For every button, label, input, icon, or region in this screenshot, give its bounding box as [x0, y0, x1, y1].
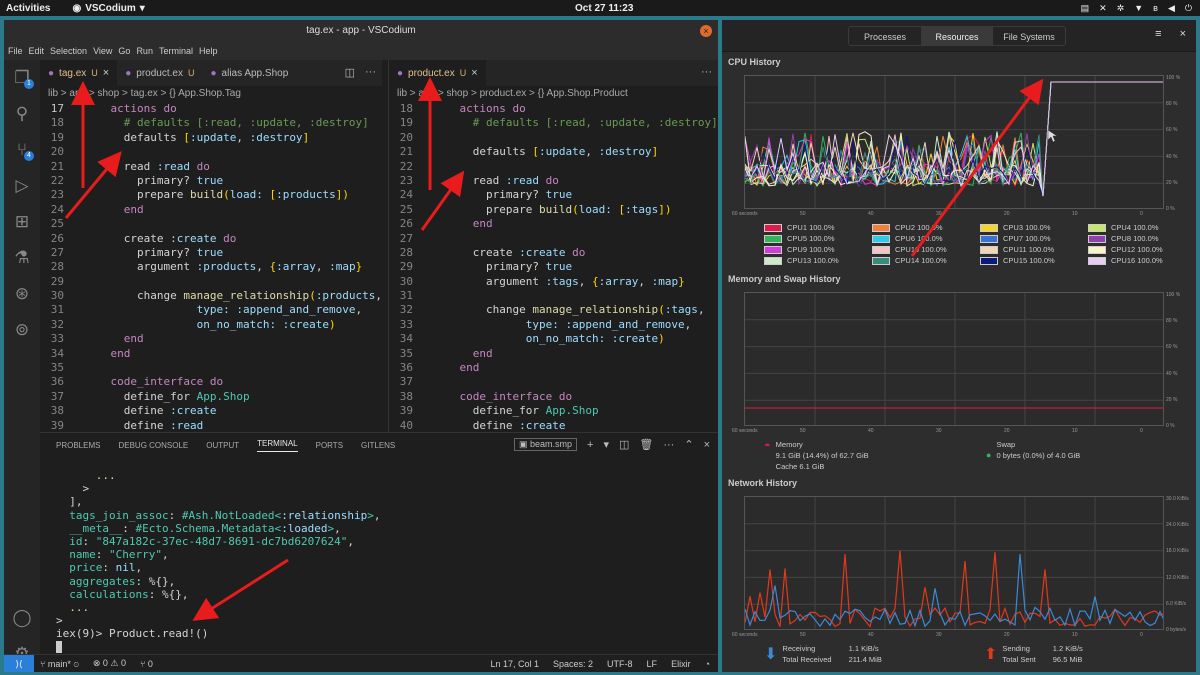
volume-icon[interactable]: ◀: [1168, 3, 1175, 14]
annotation-arrows: [64, 77, 465, 621]
app-name: VSCodium: [85, 2, 136, 14]
vscodium-window: tag.ex - app - VSCodium × File Edit Selecti…: [4, 20, 718, 672]
red-arrow: [910, 78, 1044, 257]
system-tray[interactable]: ▤ ✕ ✲ ▼ ʙ ◀ ⏻: [1081, 3, 1192, 14]
wifi-icon[interactable]: ▼: [1134, 3, 1143, 14]
gear-icon[interactable]: ✲: [1117, 3, 1125, 14]
clock[interactable]: Oct 27 11:23: [575, 3, 633, 14]
red-arrow: [64, 151, 122, 219]
system-top-bar: Activities ◉ VSCodium ▾ Oct 27 11:23 ▤ ✕ ✲ ▼ ʙ…: [0, 0, 1200, 16]
annotation-arrows: [910, 78, 1058, 257]
bluetooth-icon[interactable]: ʙ: [1153, 3, 1158, 14]
power-icon[interactable]: ⏻: [1185, 3, 1192, 14]
chevron-down-icon: ▾: [139, 2, 145, 14]
red-arrow: [192, 558, 289, 621]
system-monitor-window: Processes Resources File Systems ≡ × CPU Hi…: [722, 20, 1196, 672]
mouse-cursor-icon: [1047, 129, 1058, 143]
keyboard-icon[interactable]: ▤: [1081, 3, 1090, 14]
app-menu[interactable]: ◉ VSCodium ▾: [72, 3, 144, 14]
vscodium-icon: ◉: [72, 2, 82, 14]
app-indicator-icon[interactable]: ✕: [1099, 3, 1107, 14]
activities-button[interactable]: Activities: [6, 3, 50, 14]
red-arrow: [420, 170, 465, 231]
